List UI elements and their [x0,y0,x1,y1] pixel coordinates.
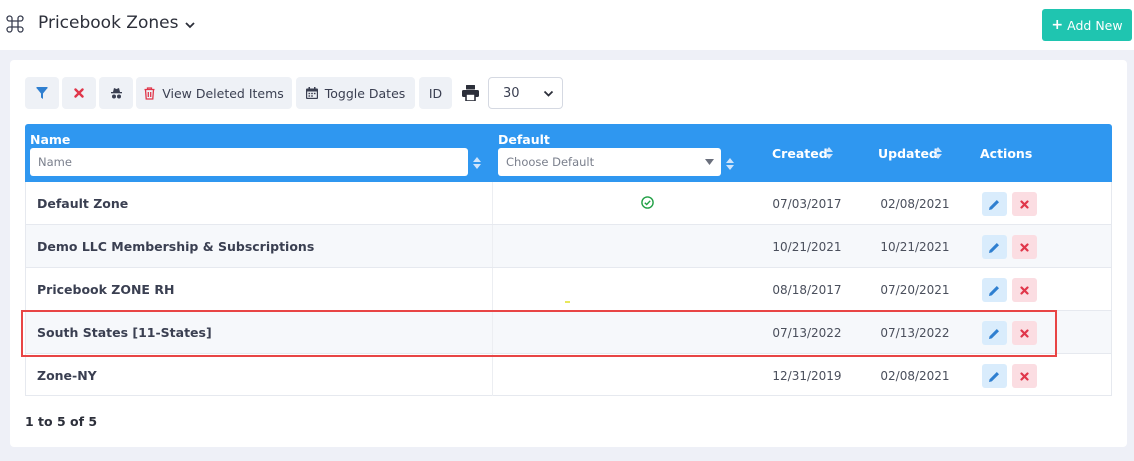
sort-icon[interactable] [726,158,734,170]
table-row[interactable]: Default Zone 07/03/2017 02/08/2021 [26,182,1111,225]
close-icon [1020,371,1029,381]
updated-date: 02/08/2021 [880,197,950,211]
zone-name[interactable]: Default Zone [37,196,128,211]
column-updated-header[interactable]: Updated [878,146,938,161]
delete-button[interactable] [1012,364,1037,388]
created-date: 07/03/2017 [772,197,842,211]
pencil-icon [989,199,999,210]
incognito-button[interactable] [99,77,133,109]
page-size-select[interactable]: 30 [488,77,563,109]
column-default-header[interactable]: Default [498,132,550,147]
sort-icon[interactable] [934,147,942,159]
id-toggle-button[interactable]: ID [419,77,452,109]
id-toggle-label: ID [428,85,443,101]
column-actions-header: Actions [980,146,1033,161]
default-filter-placeholder: Choose Default [506,155,595,169]
zone-name[interactable]: Pricebook ZONE RH [37,282,174,297]
sort-icon[interactable] [825,147,833,159]
updated-date: 02/08/2021 [880,369,950,383]
close-icon [1020,199,1029,209]
table-row[interactable]: Zone-NY 12/31/2019 02/08/2021 [26,354,1111,397]
add-new-label: Add New [1067,17,1123,33]
updated-date: 07/20/2021 [880,283,950,297]
toggle-dates-label: Toggle Dates [324,85,406,101]
chevron-down-icon [543,90,554,97]
toggle-dates-button[interactable]: Toggle Dates [296,77,415,109]
column-created-header[interactable]: Created [772,146,828,161]
created-date: 12/31/2019 [772,369,842,383]
plus-icon: + [1051,17,1064,33]
clear-filter-icon [74,88,84,98]
incognito-icon [110,87,122,98]
table-header: Name Name Default Choose Default Created… [25,124,1112,182]
close-icon [1020,242,1029,252]
print-icon [461,85,479,101]
column-divider [492,268,493,310]
edit-button[interactable] [982,235,1007,259]
zone-name[interactable]: Demo LLC Membership & Subscriptions [37,239,314,254]
filter-icon [36,86,48,99]
column-divider [492,354,493,396]
view-deleted-button[interactable]: View Deleted Items [136,77,292,109]
pencil-icon [989,371,999,382]
filter-button[interactable] [25,77,59,109]
column-divider [492,182,493,224]
top-bar: Pricebook Zones + Add New [0,0,1134,50]
edit-button[interactable] [982,278,1007,302]
name-filter-input[interactable]: Name [30,148,468,176]
trash-icon [144,86,155,100]
delete-button[interactable] [1012,192,1037,216]
edit-button[interactable] [982,364,1007,388]
updated-date: 10/21/2021 [880,240,950,254]
created-date: 08/18/2017 [772,283,842,297]
column-name-header[interactable]: Name [30,132,70,147]
table-row[interactable]: Demo LLC Membership & Subscriptions 10/2… [26,225,1111,268]
pencil-icon [989,242,999,253]
command-icon[interactable] [6,15,24,33]
delete-button[interactable] [1012,278,1037,302]
column-divider [492,225,493,267]
close-icon [1020,285,1029,295]
add-new-button[interactable]: + Add New [1042,9,1132,41]
sort-icon[interactable] [473,157,481,169]
created-date: 10/21/2021 [772,240,842,254]
edit-button[interactable] [982,192,1007,216]
caret-down-icon [705,159,714,165]
row-highlight-box [21,310,1057,357]
zone-name[interactable]: Zone-NY [37,368,97,383]
table-row[interactable]: Pricebook ZONE RH 08/18/2017 07/20/2021 [26,268,1111,311]
table-body: Default Zone 07/03/2017 02/08/2021 Demo … [25,182,1112,396]
pagination-summary: 1 to 5 of 5 [25,414,98,429]
chevron-down-icon[interactable] [184,19,196,31]
default-filter-select[interactable]: Choose Default [498,148,721,176]
page-title[interactable]: Pricebook Zones [38,13,178,33]
check-circle-icon [641,196,654,209]
delete-button[interactable] [1012,235,1037,259]
clear-filters-button[interactable] [62,77,96,109]
pencil-icon [989,285,999,296]
page-size-value: 30 [503,85,520,101]
print-button[interactable] [456,77,484,109]
cursor-mark [565,301,570,303]
view-deleted-label: View Deleted Items [162,85,284,101]
calendar-icon [305,87,318,99]
